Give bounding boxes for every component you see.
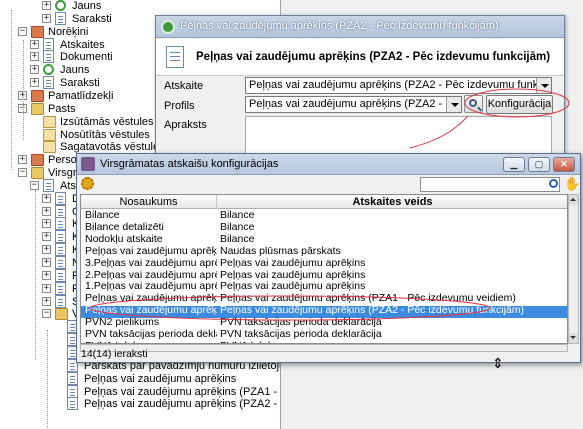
tree-connector-line: [35, 190, 36, 360]
profile-value: Peļņas vai zaudējumu aprēķins (PZA2 - Pē…: [249, 98, 461, 110]
scroll-up-icon[interactable]: [569, 195, 578, 205]
expand-icon[interactable]: +: [42, 193, 51, 203]
close-icon[interactable]: ✕: [553, 157, 575, 172]
configurations-window: Virsgrāmatas atskaišu konfigurācijas ▁ ▢…: [76, 153, 581, 363]
expand-icon[interactable]: +: [30, 39, 39, 49]
horizontal-scrollbar[interactable]: [80, 344, 568, 352]
expand-icon[interactable]: +: [42, 283, 51, 293]
gear-icon[interactable]: [81, 177, 94, 190]
expand-icon[interactable]: +: [42, 270, 51, 280]
tree-item[interactable]: Peļņas vai zaudējumu aprēķins (PZA2 - Pē…: [0, 396, 285, 412]
column-header-name[interactable]: Nosaukums: [81, 195, 217, 209]
dialog-header: Peļņas vai zaudējumu aprēķins (PZA2 - Pē…: [156, 39, 564, 76]
expand-icon[interactable]: +: [42, 258, 51, 267]
chevron-down-icon[interactable]: [536, 78, 551, 93]
dialog-title: Peļņas vai zaudējumu aprēķins (PZA2 - Pē…: [180, 20, 499, 32]
minimize-icon[interactable]: ▁: [503, 157, 525, 172]
maximize-icon[interactable]: ▢: [528, 157, 550, 172]
description-textarea[interactable]: [245, 116, 552, 156]
report-label: Atskaite: [164, 80, 204, 92]
search-input[interactable]: [420, 177, 560, 192]
expand-icon[interactable]: +: [42, 245, 51, 255]
config-titlebar[interactable]: Virsgrāmatas atskaišu konfigurācijas ▁ ▢…: [77, 154, 580, 175]
collapse-icon[interactable]: −: [18, 26, 27, 36]
chevron-down-icon[interactable]: [446, 97, 461, 112]
expand-icon[interactable]: +: [30, 78, 39, 88]
report-value: Peļņas vai zaudējumu aprēķins (PZA2 - Pē…: [249, 79, 552, 91]
circle-icon: [43, 64, 54, 76]
expand-icon[interactable]: +: [30, 65, 39, 75]
config-toolbar: ✋: [77, 175, 580, 194]
document-icon: [166, 46, 184, 68]
dialog-titlebar[interactable]: Peļņas vai zaudējumu aprēķins (PZA2 - Pē…: [156, 16, 564, 38]
app-icon: [161, 20, 175, 34]
report-combo[interactable]: Peļņas vai zaudējumu aprēķins (PZA2 - Pē…: [245, 77, 552, 94]
tree-connector-line: [23, 40, 24, 140]
collapse-icon[interactable]: −: [30, 180, 39, 190]
search-button[interactable]: [464, 95, 483, 113]
collapse-icon[interactable]: −: [42, 309, 51, 319]
collapse-icon[interactable]: −: [18, 168, 27, 178]
expand-icon[interactable]: +: [42, 206, 51, 216]
tree-connector-line: [11, 10, 12, 170]
tree-connector-line: [47, 330, 48, 429]
config-table: Nosaukums Atskaites veids Bilance Bilance…: [80, 194, 568, 344]
search-icon[interactable]: [549, 179, 558, 188]
profile-label: Profils: [164, 100, 195, 112]
resize-cursor-icon: ⇕: [492, 355, 504, 371]
table-header: Nosaukums Atskaites veids: [81, 195, 567, 209]
record-count: 14(14) ieraksti: [81, 348, 148, 360]
report-dialog: Peļņas vai zaudējumu aprēķins (PZA2 - Pē…: [155, 15, 565, 175]
search-icon: [469, 99, 477, 107]
dialog-heading: Peļņas vai zaudējumu aprēķins (PZA2 - Pē…: [196, 51, 551, 63]
expand-icon[interactable]: +: [42, 219, 51, 229]
expand-icon[interactable]: +: [30, 52, 39, 62]
expand-icon[interactable]: +: [42, 1, 51, 10]
expand-icon[interactable]: +: [42, 296, 51, 306]
expand-icon[interactable]: +: [42, 13, 51, 23]
document-icon: [67, 397, 78, 411]
column-header-type[interactable]: Atskaites veids: [217, 195, 567, 209]
hand-icon[interactable]: ✋: [564, 176, 580, 192]
expand-icon[interactable]: +: [42, 232, 51, 242]
description-label: Apraksts: [164, 119, 207, 131]
profile-combo[interactable]: Peļņas vai zaudējumu aprēķins (PZA2 - Pē…: [245, 96, 462, 113]
scroll-down-icon[interactable]: [569, 333, 578, 343]
circle-icon: [55, 0, 66, 11]
tree-item-label: Peļņas vai zaudējumu aprēķins (PZA2 - Pē…: [84, 398, 285, 411]
configure-button[interactable]: Konfigurācija: [486, 95, 553, 114]
vertical-scrollbar[interactable]: [568, 194, 579, 344]
app-icon: [81, 157, 95, 171]
expand-icon[interactable]: +: [18, 155, 27, 165]
config-title: Virsgrāmatas atskaišu konfigurācijas: [100, 158, 279, 170]
